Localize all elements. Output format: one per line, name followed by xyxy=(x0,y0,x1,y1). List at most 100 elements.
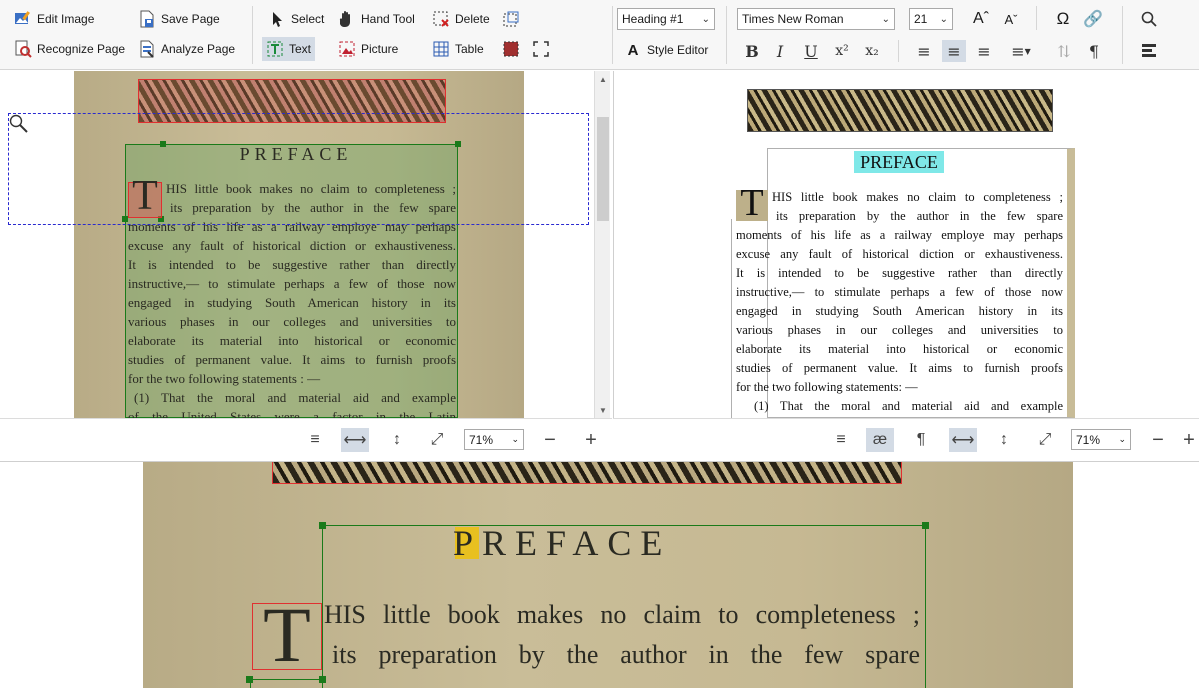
style-editor-button[interactable]: A Style Editor xyxy=(620,38,712,62)
chevron-down-icon: ⌄ xyxy=(1118,434,1126,444)
image-zoom-select[interactable]: 71% ⌄ xyxy=(464,429,524,450)
save-page-label: Save Page xyxy=(161,12,220,26)
text-area-label: Text xyxy=(289,42,312,56)
properties-button[interactable] xyxy=(1136,38,1162,62)
left-vertical-scrollbar[interactable]: ▲ ▼ xyxy=(594,71,610,418)
font-size-value: 21 xyxy=(914,12,928,26)
grow-font-button[interactable]: Aˆ xyxy=(968,7,994,31)
zoom-out-button[interactable]: − xyxy=(536,428,564,452)
recognize-page-button[interactable]: Recognize Page xyxy=(10,37,129,61)
bold-label: B xyxy=(745,41,759,61)
ocr-line-9[interactable]: elaborate its material into historical o… xyxy=(736,340,1063,359)
ocr-line-5[interactable]: It is intended to be suggestive rather t… xyxy=(736,264,1063,283)
save-page-button[interactable]: Save Page xyxy=(134,7,224,31)
image-view-pane[interactable]: T PREFACE HIS little book makes no claim… xyxy=(0,71,610,418)
omega-icon: Ω xyxy=(1056,9,1070,28)
italic-button[interactable]: I xyxy=(768,40,792,62)
align-left-button[interactable]: ≡ xyxy=(912,40,936,62)
minus-icon: − xyxy=(1152,428,1164,451)
ligature-icon: æ xyxy=(872,431,888,448)
fit-width-icon: ⟷ xyxy=(951,432,975,449)
insert-symbol-button[interactable]: Ω xyxy=(1050,7,1076,31)
delete-area-button[interactable]: Delete xyxy=(428,7,494,31)
resize-handle[interactable] xyxy=(922,522,929,529)
text-zoom-in-button[interactable]: + xyxy=(1179,428,1199,452)
font-size-dropdown[interactable]: 21 ⌄ xyxy=(909,8,953,30)
hand-tool-button[interactable]: Hand Tool xyxy=(334,7,419,31)
highlight-uncertain-button[interactable]: æ xyxy=(866,428,894,452)
fit-height-button[interactable]: ↕ xyxy=(383,428,411,452)
fit-page-list-button[interactable]: ≡ xyxy=(301,428,329,452)
edit-image-button[interactable]: Edit Image xyxy=(10,7,98,31)
zoom-view-pane[interactable]: PREFACE T HIS little book makes no claim… xyxy=(0,461,1199,688)
fit-page-button[interactable]: ⤢ xyxy=(423,428,451,452)
bold-button[interactable]: B xyxy=(740,40,764,62)
font-family-dropdown[interactable]: Times New Roman ⌄ xyxy=(737,8,895,30)
ocr-line-4[interactable]: excuse any fault of historical diction o… xyxy=(736,245,1063,264)
text-fit-width-button[interactable]: ⟷ xyxy=(949,428,977,452)
magnifier-cursor-icon xyxy=(8,113,30,135)
image-zoom-value: 71% xyxy=(469,432,494,447)
style-editor-icon: A xyxy=(627,41,639,59)
zoomed-dropcap: T xyxy=(263,591,311,678)
table-area-button[interactable]: Table xyxy=(428,37,488,61)
text-area-button[interactable]: Text xyxy=(262,37,316,61)
ocr-line-11[interactable]: for the two following statements: — xyxy=(736,378,1063,397)
subscript-icon: x₂ xyxy=(865,43,879,59)
text-zoom-out-button[interactable]: − xyxy=(1144,428,1172,452)
expand-icon: ⤢ xyxy=(1038,431,1052,448)
ocr-line-12[interactable]: (1) That the moral and material aid and … xyxy=(754,397,1063,416)
ocr-line-8[interactable]: various phases in our colleges and unive… xyxy=(736,321,1063,340)
ocr-heading[interactable]: PREFACE xyxy=(854,151,944,173)
ocr-line-2[interactable]: its preparation by the author in the few… xyxy=(772,207,1063,226)
superscript-button[interactable]: x² xyxy=(830,40,854,62)
background-area-button[interactable] xyxy=(498,37,524,61)
ribbon-separator xyxy=(1122,6,1123,64)
align-right-button[interactable]: ≡ xyxy=(972,40,996,62)
ocr-line-7[interactable]: engaged in studying South American histo… xyxy=(736,302,1063,321)
save-page-icon xyxy=(138,10,156,28)
link-icon: 🔗 xyxy=(1083,11,1103,28)
justify-dropdown-button[interactable]: ≡ ▼ xyxy=(1004,40,1038,62)
ocr-picture-ornament[interactable] xyxy=(747,89,1053,132)
ocr-line-1[interactable]: HIS little book makes no claim to comple… xyxy=(772,188,1063,207)
hyperlink-button[interactable]: 🔗 xyxy=(1080,7,1106,31)
table-area-label: Table xyxy=(455,42,484,56)
fit-width-button[interactable]: ⟷ xyxy=(341,428,369,452)
picture-area-button[interactable]: Picture xyxy=(334,37,402,61)
custom-area-button[interactable] xyxy=(528,37,554,61)
show-formatting-button[interactable]: ¶ xyxy=(907,428,935,452)
ocr-line-10[interactable]: studies of permanent value. It aims to f… xyxy=(736,359,1063,378)
zoomed-picture-ornament[interactable] xyxy=(272,462,902,484)
scroll-up-arrow-icon[interactable]: ▲ xyxy=(595,71,610,87)
analyze-page-button[interactable]: Analyze Page xyxy=(134,37,239,61)
align-center-button[interactable]: ≡ xyxy=(942,40,966,62)
background-picture-button[interactable] xyxy=(498,7,524,31)
paragraph-style-dropdown[interactable]: Heading #1 ⌄ xyxy=(617,8,715,30)
underline-button[interactable]: U xyxy=(799,40,823,62)
properties-icon xyxy=(1140,41,1158,59)
text-list-view-button[interactable]: ≡ xyxy=(827,428,855,452)
ocr-dropcap: T xyxy=(740,182,764,224)
resize-handle[interactable] xyxy=(319,522,326,529)
shrink-font-button[interactable]: Aˇ xyxy=(998,7,1024,31)
picture-area-icon xyxy=(338,40,356,58)
pilcrow-icon: ¶ xyxy=(916,431,926,448)
text-fit-page-button[interactable]: ⤢ xyxy=(1031,428,1059,452)
zoom-in-button[interactable]: + xyxy=(577,428,605,452)
line-spacing-button[interactable]: ⇅ xyxy=(1052,40,1076,62)
scroll-down-arrow-icon[interactable]: ▼ xyxy=(595,402,610,418)
select-tool-button[interactable]: Select xyxy=(264,7,328,31)
ocr-line-3[interactable]: moments of his life as a railway employe… xyxy=(736,226,1063,245)
scrollbar-thumb[interactable] xyxy=(597,117,609,221)
subscript-button[interactable]: x₂ xyxy=(860,40,884,62)
chevron-down-icon: ⌄ xyxy=(701,13,710,25)
text-fit-height-button[interactable]: ↕ xyxy=(990,428,1018,452)
ocr-line-6[interactable]: instructive,— to stimulate perhaps a few… xyxy=(736,283,1063,302)
search-button[interactable] xyxy=(1136,7,1162,31)
paragraph-marks-button[interactable]: ¶ xyxy=(1082,40,1106,62)
text-zoom-select[interactable]: 71% ⌄ xyxy=(1071,429,1131,450)
ribbon-separator xyxy=(252,6,253,64)
text-editor-pane[interactable]: PREFACE T HIS little book makes no claim… xyxy=(613,71,1199,418)
plus-icon: + xyxy=(585,428,597,451)
